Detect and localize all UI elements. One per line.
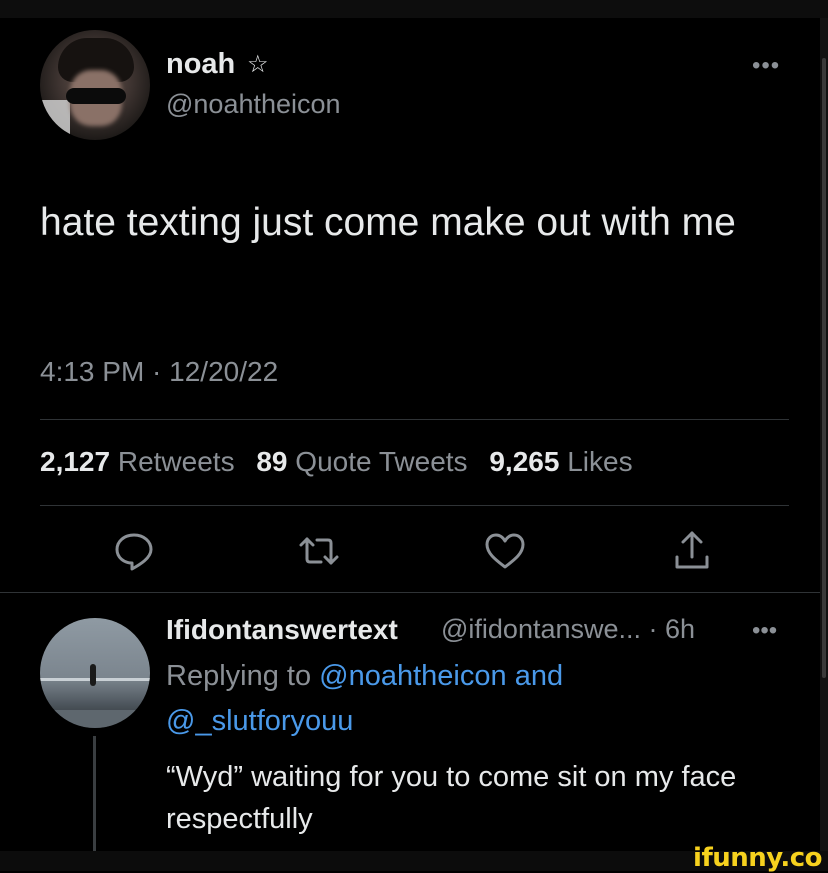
- replying-prefix: Replying to: [166, 660, 312, 692]
- star-badge-icon: ☆: [247, 51, 269, 78]
- thread-line: [93, 736, 96, 851]
- replying-and[interactable]: and: [515, 660, 563, 692]
- like-icon[interactable]: [483, 529, 527, 573]
- author-name[interactable]: noah: [166, 48, 235, 81]
- avatar-foreground: [40, 710, 150, 728]
- divider: [40, 419, 789, 420]
- tweet-stats: 2,127 Retweets 89 Quote Tweets 9,265 Lik…: [40, 446, 633, 478]
- share-icon[interactable]: [670, 529, 714, 573]
- ifunny-watermark: ifunny.co: [693, 843, 822, 873]
- quotes-label: Quote Tweets: [295, 446, 468, 477]
- more-dots-icon[interactable]: •••: [752, 52, 780, 80]
- scrollbar-thumb[interactable]: [822, 58, 826, 678]
- reply-author-name[interactable]: Ifidontanswertext: [166, 614, 398, 646]
- author-avatar[interactable]: [40, 30, 150, 140]
- reply-text: “Wyd” waiting for you to come sit on my …: [166, 761, 737, 835]
- retweets-label: Retweets: [117, 446, 235, 477]
- replying-to: Replying to @noahtheicon and: [166, 660, 563, 693]
- tweet-timestamp[interactable]: 4:13 PM · 12/20/22: [40, 356, 278, 388]
- retweet-icon[interactable]: [297, 529, 341, 573]
- reply-icon[interactable]: [112, 529, 156, 573]
- tweet-text: hate texting just come make out with me: [40, 201, 736, 244]
- quotes-stat[interactable]: 89 Quote Tweets: [256, 446, 467, 477]
- scrollbar[interactable]: [820, 18, 828, 851]
- divider: [40, 505, 789, 506]
- quotes-count: 89: [256, 446, 288, 477]
- avatar-figure: [90, 664, 96, 686]
- top-bar: [0, 0, 828, 18]
- mention-link[interactable]: @noahtheicon: [319, 660, 506, 692]
- retweets-count: 2,127: [40, 446, 111, 477]
- likes-count: 9,265: [489, 446, 560, 477]
- retweets-stat[interactable]: 2,127 Retweets: [40, 446, 235, 477]
- avatar-sunglasses: [66, 88, 126, 104]
- likes-label: Likes: [567, 446, 633, 477]
- more-dots-icon[interactable]: •••: [752, 617, 777, 645]
- divider: [0, 592, 820, 593]
- reply-handle-time[interactable]: @ifidontanswe... · 6h: [441, 614, 695, 645]
- author-handle[interactable]: @noahtheicon: [166, 89, 341, 120]
- mention-link[interactable]: @_slutforyouu: [166, 705, 353, 738]
- likes-stat[interactable]: 9,265 Likes: [489, 446, 632, 477]
- avatar-background: [40, 100, 70, 140]
- reply-author-avatar[interactable]: [40, 618, 150, 728]
